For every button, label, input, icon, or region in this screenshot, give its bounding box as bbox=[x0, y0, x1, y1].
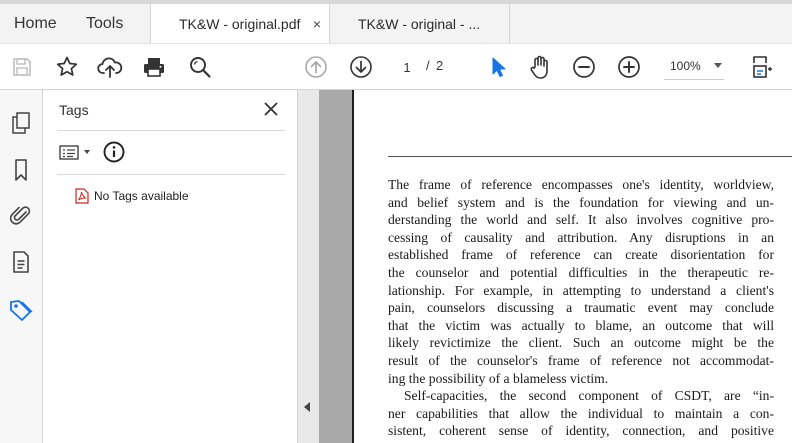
no-tags-item: No Tags available bbox=[75, 188, 189, 204]
page-text-body: The frame of reference encompasses one's… bbox=[388, 176, 774, 440]
text-line: cessing of causality and attribution. An… bbox=[388, 229, 774, 245]
text-line: that the victim was actually to blame, a… bbox=[388, 317, 774, 333]
page-number-input[interactable] bbox=[392, 56, 422, 78]
page-total: 2 bbox=[436, 58, 444, 73]
tags-toolbar-divider bbox=[57, 174, 285, 175]
zoom-underline bbox=[664, 79, 724, 80]
tools-tab[interactable]: Tools bbox=[86, 4, 123, 43]
text-line: and belief system and is the foundation … bbox=[388, 194, 774, 210]
document-icon[interactable] bbox=[6, 246, 36, 278]
tags-icon[interactable] bbox=[6, 295, 36, 327]
close-tab-icon[interactable]: × bbox=[313, 4, 321, 45]
chevron-down-icon bbox=[714, 63, 722, 68]
chevron-down-icon bbox=[84, 150, 90, 154]
tags-options-menu-button[interactable] bbox=[59, 141, 97, 163]
text-line: established frame of reference can creat… bbox=[388, 247, 774, 263]
zoom-dropdown[interactable]: 100% bbox=[660, 54, 728, 80]
text-line: derstanding the world and self. It also … bbox=[388, 212, 774, 228]
cloud-upload-icon[interactable] bbox=[92, 44, 128, 90]
print-icon[interactable] bbox=[136, 44, 172, 90]
pdf-file-icon bbox=[75, 188, 89, 204]
document-tab-label: TK&W - original - ... bbox=[358, 16, 481, 32]
home-tab[interactable]: Home bbox=[14, 4, 57, 43]
next-page-icon[interactable] bbox=[343, 44, 379, 90]
text-line: The frame of reference encompasses one's… bbox=[388, 177, 774, 192]
text-line: Self-capacities, the second component of… bbox=[404, 388, 774, 404]
pdf-page: The frame of reference encompasses one's… bbox=[352, 90, 792, 443]
tags-panel: Tags No Tags available bbox=[43, 90, 297, 443]
select-cursor-icon[interactable] bbox=[480, 44, 516, 90]
collapse-left-icon[interactable] bbox=[304, 402, 310, 412]
tags-panel-title: Tags bbox=[59, 102, 89, 118]
zoom-value: 100% bbox=[670, 59, 701, 73]
text-line: lationship. For example, in attempting t… bbox=[388, 282, 774, 298]
info-icon[interactable] bbox=[103, 141, 125, 163]
tab-bar: Home Tools TK&W - original.pdf × TK&W - … bbox=[0, 0, 792, 43]
document-viewport[interactable]: The frame of reference encompasses one's… bbox=[319, 90, 792, 443]
attachments-icon[interactable] bbox=[6, 199, 36, 231]
text-line: result of the counselor's frame of refer… bbox=[388, 352, 774, 368]
pages-icon[interactable] bbox=[6, 107, 36, 139]
left-navigation-rail bbox=[0, 90, 43, 443]
document-tab-label: TK&W - original.pdf bbox=[179, 16, 301, 32]
search-icon[interactable] bbox=[182, 44, 218, 90]
no-tags-label: No Tags available bbox=[94, 189, 189, 203]
document-tab-active[interactable]: TK&W - original.pdf × bbox=[150, 4, 330, 43]
hand-tool-icon[interactable] bbox=[522, 44, 558, 90]
save-icon[interactable] bbox=[4, 44, 40, 90]
list-options-icon bbox=[59, 145, 79, 160]
text-line: pain, counselors discussing a traumatic … bbox=[388, 300, 774, 316]
tags-title-divider bbox=[57, 130, 285, 131]
text-line: sistent, coherent sense of identity, con… bbox=[388, 423, 774, 439]
zoom-in-icon[interactable] bbox=[611, 44, 647, 90]
text-line: ner capabilities that allow the individu… bbox=[388, 405, 774, 421]
bookmarks-icon[interactable] bbox=[6, 154, 36, 186]
fit-page-icon[interactable] bbox=[744, 44, 780, 90]
page-separator: / bbox=[426, 58, 430, 73]
text-line: ing the possibility of a blameless victi… bbox=[388, 370, 609, 386]
bookmark-star-icon[interactable] bbox=[49, 44, 85, 90]
close-icon[interactable] bbox=[261, 99, 281, 119]
text-line: likely revictimize the client. Such an o… bbox=[388, 335, 774, 351]
previous-page-icon[interactable] bbox=[298, 44, 334, 90]
page-header-rule bbox=[388, 156, 792, 157]
panel-collapse-strip[interactable] bbox=[297, 90, 319, 443]
text-line: the counselor and potential difficulties… bbox=[388, 264, 774, 280]
toolbar: / 2 100% bbox=[0, 43, 792, 90]
zoom-out-icon[interactable] bbox=[566, 44, 602, 90]
document-tab-inactive[interactable]: TK&W - original - ... bbox=[330, 4, 510, 43]
